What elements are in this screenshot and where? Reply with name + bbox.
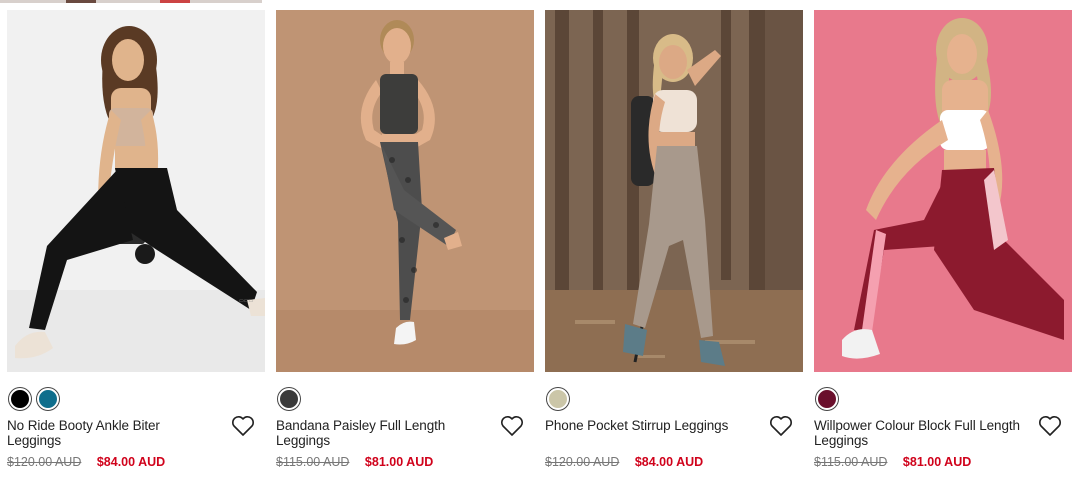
color-swatches (547, 388, 803, 410)
swatch-burgundy[interactable] (816, 388, 838, 410)
previous-row-strip (0, 0, 262, 3)
sale-price: $84.00 AUD (96, 455, 166, 469)
original-price: $115.00 AUD (814, 455, 888, 469)
product-card[interactable]: Bandana Paisley Full Length Leggings $11… (276, 10, 534, 469)
product-name[interactable]: No Ride Booty Ankle Biter Leggings (7, 418, 217, 448)
original-price: $120.00 AUD (7, 455, 82, 469)
wishlist-heart-icon[interactable] (1038, 415, 1062, 437)
wishlist-heart-icon[interactable] (769, 415, 793, 437)
wishlist-heart-icon[interactable] (231, 415, 255, 437)
sale-price: $84.00 AUD (634, 455, 704, 469)
color-swatches (278, 388, 534, 410)
swatch-black[interactable] (9, 388, 31, 410)
color-swatches (9, 388, 265, 410)
swatch-charcoal[interactable] (278, 388, 300, 410)
svg-text:▭▭▭: ▭▭▭ (239, 298, 253, 304)
product-image[interactable] (545, 10, 803, 372)
product-image[interactable] (276, 10, 534, 372)
product-image[interactable]: ▭▭▭ (7, 10, 265, 372)
product-card[interactable]: Willpower Colour Block Full Length Leggi… (814, 10, 1072, 469)
color-swatches (816, 388, 1072, 410)
product-grid: ▭▭▭ No Ride Booty Ankle Biter Leggings $… (7, 10, 1072, 469)
product-card[interactable]: Phone Pocket Stirrup Leggings $120.00 AU… (545, 10, 803, 469)
swatch-sage[interactable] (547, 388, 569, 410)
sale-price: $81.00 AUD (364, 455, 434, 469)
wishlist-heart-icon[interactable] (500, 415, 524, 437)
swatch-teal[interactable] (37, 388, 59, 410)
product-name[interactable]: Phone Pocket Stirrup Leggings (545, 418, 755, 433)
product-name[interactable]: Bandana Paisley Full Length Leggings (276, 418, 486, 448)
product-name[interactable]: Willpower Colour Block Full Length Leggi… (814, 418, 1024, 448)
original-price: $120.00 AUD (545, 455, 620, 469)
product-card[interactable]: ▭▭▭ No Ride Booty Ankle Biter Leggings $… (7, 10, 265, 469)
product-image[interactable] (814, 10, 1072, 372)
original-price: $115.00 AUD (276, 455, 350, 469)
sale-price: $81.00 AUD (902, 455, 972, 469)
